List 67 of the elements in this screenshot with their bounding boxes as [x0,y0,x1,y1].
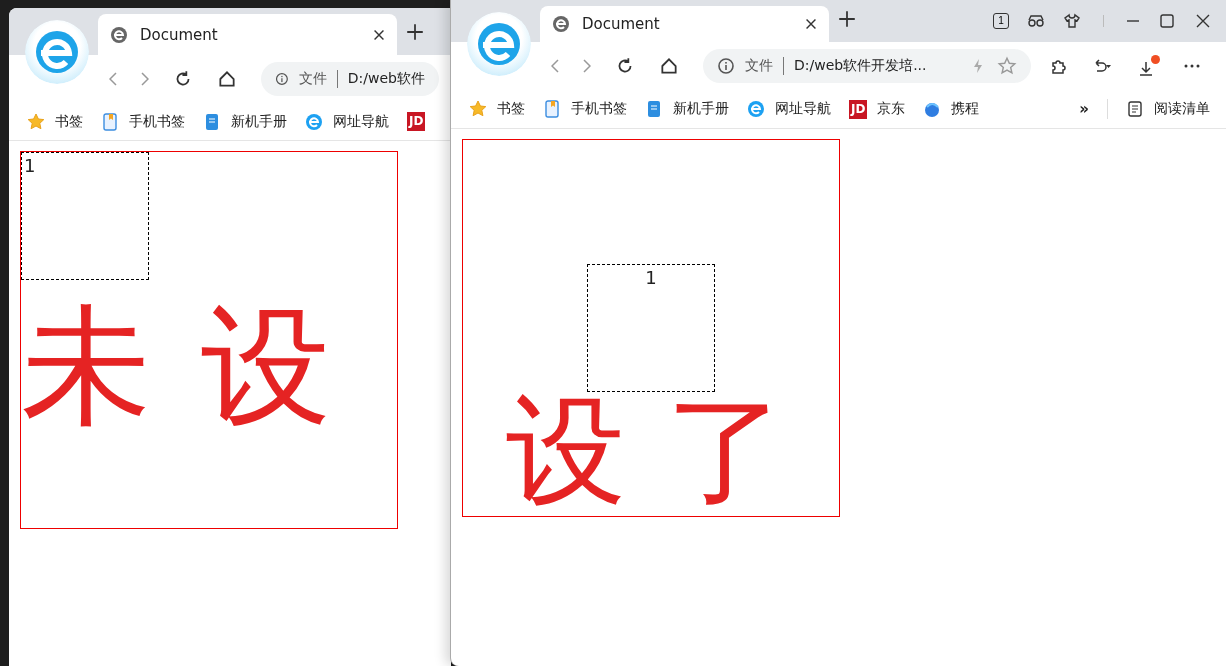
plus-icon [405,22,425,42]
extensions-button[interactable] [1049,57,1067,75]
bookmark-item[interactable]: 网址导航 [747,100,831,118]
inner-box: 1 [587,264,715,392]
shirt-icon[interactable] [1063,12,1081,30]
bookmark-item[interactable]: 网址导航 [305,112,389,131]
address-bar[interactable]: 文件 D:/web软件开发培... [703,49,1031,83]
plus-icon [837,9,857,29]
tab-count-button[interactable]: 1 [993,13,1009,29]
download-icon [1137,59,1155,78]
back-icon [109,72,117,86]
minimize-icon [1126,20,1140,22]
puzzle-icon [1049,57,1067,75]
reading-list-button[interactable]: 阅读清单 [1126,100,1210,118]
browser-tab[interactable]: Document [540,6,829,42]
browser-logo-icon [25,20,89,84]
more-icon [1184,64,1200,68]
handwritten-note: 未设 [21,301,381,431]
home-icon [217,69,237,89]
home-icon [659,56,679,76]
bookmark-item[interactable]: 新机手册 [645,100,729,118]
star-icon [27,112,45,131]
star-icon [469,100,487,118]
shirt-icon-art [1063,12,1081,30]
info-icon [717,57,735,75]
browser-logo-icon [305,112,323,131]
bookmark-item[interactable]: JD 京东 [849,99,906,119]
menu-button[interactable] [1184,64,1200,68]
bookmark-item[interactable]: 手机书签 [543,100,627,118]
jd-logo-icon: JD [849,99,868,119]
book-icon [203,112,221,131]
back-icon [551,59,559,73]
close-icon [1194,12,1212,30]
glasses-icon[interactable] [1027,12,1045,30]
address-bar[interactable]: 文件 D:/web软件 [261,62,439,96]
inner-box: 1 [21,152,149,280]
reading-list-icon [1126,100,1144,118]
bookmark-item[interactable]: 手机书签 [101,112,185,131]
maximize-icon [1158,12,1176,30]
phone-icon [101,112,119,131]
favorite-star-icon [997,56,1017,76]
handwritten-note: 设了 [506,391,826,511]
back-button[interactable] [109,72,117,86]
browser-tab[interactable]: Document [98,14,397,55]
bookmark-item[interactable]: 书签 [27,112,83,131]
more-bookmarks-button[interactable]: » [1079,100,1089,118]
forward-icon [141,72,149,86]
forward-button[interactable] [583,59,591,73]
book-icon [645,100,663,118]
phone-icon [543,100,561,118]
minimize-button[interactable] [1126,20,1140,22]
browser-logo-icon [747,100,765,118]
home-button[interactable] [217,69,237,89]
close-button[interactable] [1194,12,1212,30]
download-button[interactable] [1137,54,1160,78]
info-icon [275,70,289,88]
forward-icon [583,59,591,73]
glasses-icon-art [1027,12,1045,30]
bookmark-item[interactable]: 新机手册 [203,112,287,131]
jd-logo-icon[interactable]: JD [407,112,426,131]
forward-button[interactable] [141,72,149,86]
bookmark-item[interactable]: 携程 [923,100,980,118]
back-button[interactable] [551,59,559,73]
bookmark-item[interactable]: 书签 [469,100,525,118]
maximize-button[interactable] [1158,12,1176,30]
browser-logo-icon [467,12,531,76]
home-button[interactable] [659,56,679,76]
